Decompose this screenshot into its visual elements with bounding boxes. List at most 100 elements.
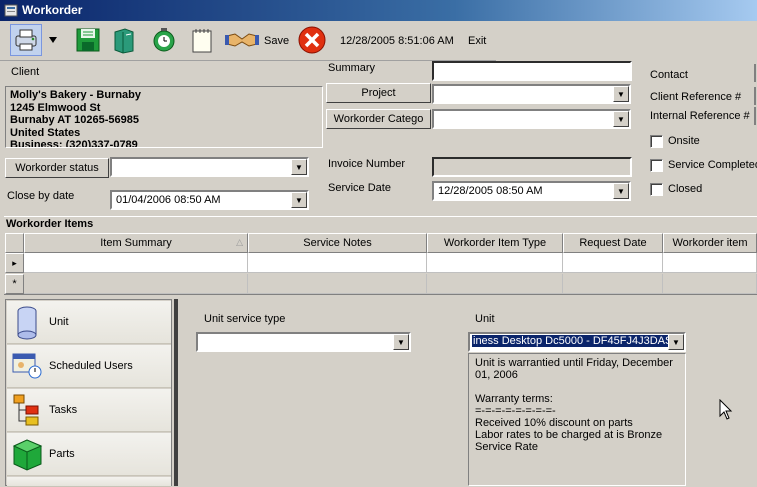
chevron-down-icon[interactable]: ▼	[613, 183, 629, 199]
window-title: Workorder	[22, 3, 83, 17]
contact-label: Contact	[650, 69, 688, 81]
sort-ascending-icon: △	[236, 237, 243, 247]
project-select[interactable]: ▼	[432, 84, 631, 104]
close-by-date-value: 01/04/2006 08:50 AM	[116, 194, 221, 206]
unit-icon	[17, 306, 37, 340]
print-button[interactable]	[10, 24, 42, 56]
sidebar-item-unit[interactable]: Unit	[7, 301, 171, 344]
app-icon	[4, 4, 18, 17]
book-icon	[114, 28, 134, 54]
category-select[interactable]: ▼	[432, 109, 631, 129]
table-cell[interactable]	[248, 253, 427, 273]
column-header-item-summary[interactable]: Item Summary △	[24, 233, 248, 253]
sidebar-item-label: Unit	[49, 316, 69, 328]
recurring-button[interactable]	[148, 24, 180, 56]
chevron-down-icon[interactable]: ▼	[291, 159, 307, 175]
chevron-down-icon	[49, 37, 57, 43]
service-date-value: 12/28/2005 08:50 AM	[438, 185, 543, 197]
table-cell[interactable]	[427, 274, 563, 294]
unit-warranty-notes[interactable]: Unit is warrantied until Friday, Decembe…	[468, 353, 686, 486]
unit-select[interactable]: iness Desktop Dc5000 - DF45FJ4J3DAS ▼	[468, 332, 686, 352]
toolbar: Save 12/28/2005 8:51:06 AM Exit	[0, 21, 496, 61]
service-completed-label: Service Completed	[668, 159, 757, 171]
delete-x-icon	[298, 26, 326, 54]
client-info-box: Molly's Bakery - Burnaby 1245 Elmwood St…	[5, 86, 323, 148]
workorder-status-button[interactable]: Workorder status	[5, 158, 109, 178]
chevron-down-icon[interactable]: ▼	[613, 86, 629, 102]
sidebar-item-parts[interactable]: Parts	[7, 433, 171, 476]
status-select[interactable]: ▼	[110, 157, 309, 177]
printer-icon	[15, 29, 37, 51]
unit-label: Unit	[475, 313, 495, 325]
client-line: Business: (320)337-0789	[10, 139, 138, 148]
unit-value: iness Desktop Dc5000 - DF45FJ4J3DAS	[472, 335, 674, 347]
table-cell[interactable]	[427, 253, 563, 273]
parts-icon	[12, 439, 43, 471]
column-header-item-type[interactable]: Workorder Item Type	[427, 233, 563, 253]
table-cell[interactable]	[663, 274, 757, 294]
unit-service-type-label: Unit service type	[204, 313, 286, 325]
close-by-date-label: Close by date	[7, 190, 75, 202]
save-and-new-button[interactable]	[108, 24, 140, 56]
service-completed-checkbox[interactable]	[650, 159, 663, 172]
save-disk-button[interactable]	[72, 24, 104, 56]
workorder-category-button[interactable]: Workorder Catego	[326, 109, 431, 129]
summary-label: Summary	[328, 62, 376, 74]
row-selector-header	[5, 233, 24, 253]
invoice-number-label: Invoice Number	[328, 158, 406, 170]
mouse-cursor-icon	[719, 399, 733, 420]
handshake-icon	[225, 33, 259, 47]
floppy-disk-icon	[76, 28, 100, 52]
toolbar-timestamp: 12/28/2005 8:51:06 AM	[340, 35, 454, 47]
onsite-checkbox[interactable]	[650, 135, 663, 148]
table-cell[interactable]	[563, 253, 663, 273]
table-cell[interactable]	[24, 253, 248, 273]
title-bar: Workorder	[0, 0, 757, 21]
column-header-request-date[interactable]: Request Date	[563, 233, 663, 253]
table-cell[interactable]	[24, 274, 248, 294]
workorder-items-header: Workorder Items	[4, 216, 757, 232]
chevron-down-icon[interactable]: ▼	[668, 334, 684, 350]
exit-label[interactable]: Exit	[468, 35, 486, 47]
chevron-down-icon[interactable]: ▼	[291, 192, 307, 208]
client-line: Burnaby AT 10265-56985	[10, 114, 140, 126]
column-header-service-notes[interactable]: Service Notes	[248, 233, 427, 253]
sidebar-item-label: Scheduled Users	[49, 360, 133, 372]
table-cell[interactable]	[563, 274, 663, 294]
column-header-workorder-item[interactable]: Workorder item	[663, 233, 757, 253]
sidebar-item-tasks[interactable]: Tasks	[7, 389, 171, 432]
project-button[interactable]: Project	[326, 83, 431, 103]
close-by-date-picker[interactable]: 01/04/2006 08:50 AM ▼	[110, 190, 309, 210]
summary-input[interactable]	[432, 61, 632, 81]
clock-refresh-icon	[153, 28, 175, 52]
internal-reference-label: Internal Reference #	[650, 110, 750, 122]
splitter[interactable]	[174, 299, 178, 486]
onsite-label: Onsite	[668, 135, 700, 147]
sidebar-item-scheduled-users[interactable]: Scheduled Users	[7, 345, 171, 388]
save-label[interactable]: Save	[264, 35, 289, 47]
closed-label: Closed	[668, 183, 703, 195]
chevron-down-icon[interactable]: ▼	[393, 334, 409, 350]
column-header-label: Item Summary	[100, 237, 172, 249]
invoice-number-input[interactable]	[432, 157, 632, 177]
notepad-icon	[192, 29, 212, 53]
chevron-down-icon[interactable]: ▼	[613, 111, 629, 127]
current-row-indicator: ▸	[5, 253, 24, 273]
client-reference-label: Client Reference #	[650, 91, 742, 103]
table-cell[interactable]	[663, 253, 757, 273]
service-date-label: Service Date	[328, 182, 391, 194]
print-dropdown-button[interactable]	[44, 24, 62, 56]
client-line: United States	[10, 126, 81, 139]
sidebar: Unit Scheduled Users Tasks Parts	[5, 299, 172, 487]
sidebar-item-label: Tasks	[49, 404, 78, 416]
handshake-button[interactable]	[222, 24, 262, 56]
delete-button[interactable]	[296, 24, 328, 56]
closed-checkbox[interactable]	[650, 183, 663, 196]
new-row-indicator: *	[5, 274, 24, 294]
table-cell[interactable]	[248, 274, 427, 294]
unit-service-type-select[interactable]: ▼	[196, 332, 411, 352]
service-date-picker[interactable]: 12/28/2005 08:50 AM ▼	[432, 181, 631, 201]
scheduled-users-icon	[12, 353, 42, 379]
client-line: Molly's Bakery - Burnaby	[10, 89, 141, 101]
notes-button[interactable]	[186, 24, 218, 56]
